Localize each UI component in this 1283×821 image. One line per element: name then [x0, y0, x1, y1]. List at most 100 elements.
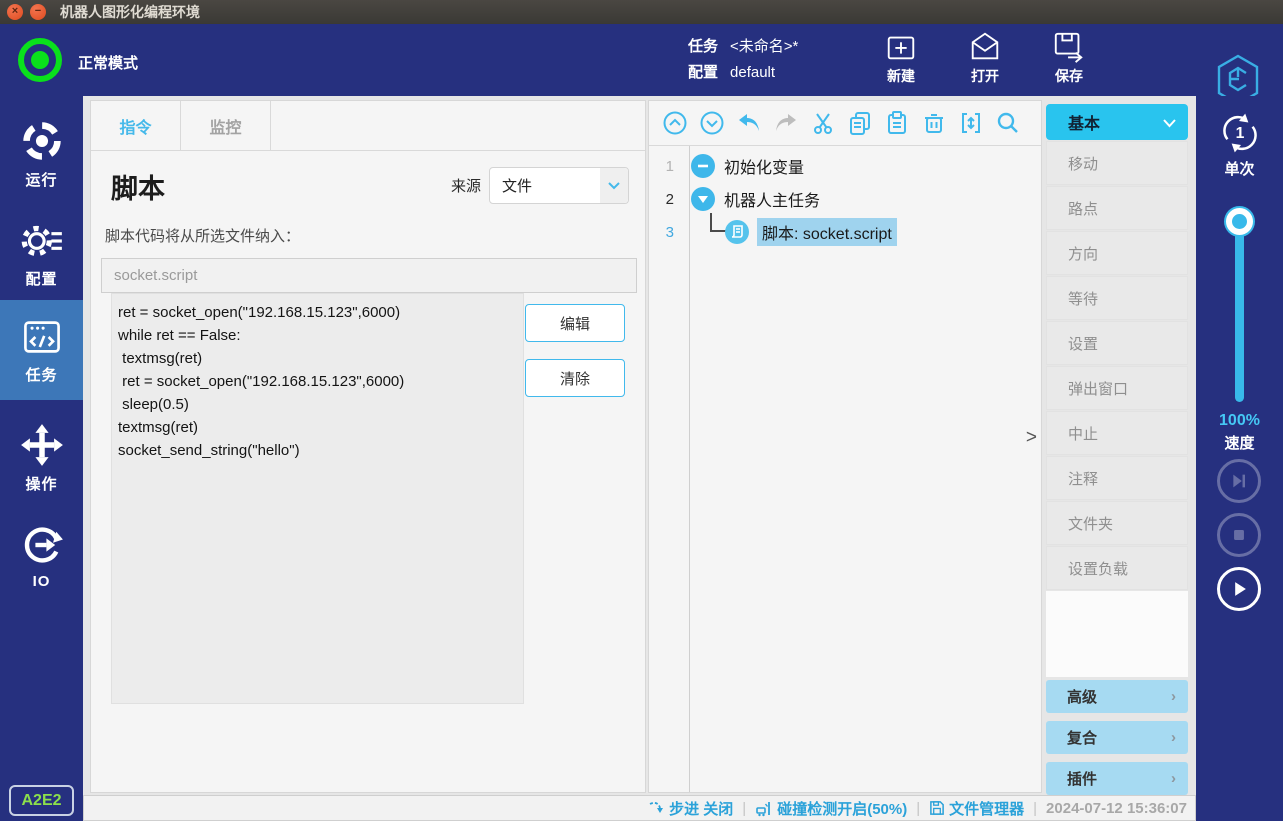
insert-icon[interactable] [958, 110, 984, 136]
collapsed-node-icon[interactable] [691, 154, 715, 178]
command-palette: 基本 移动 路点 方向 等待 设置 弹出窗口 中止 注释 文件夹 设置负载 高级… [1046, 104, 1188, 795]
palette-item-abort[interactable]: 中止 [1046, 411, 1188, 455]
step-icon [1227, 469, 1251, 493]
clear-button[interactable]: 清除 [525, 359, 625, 397]
palette-item-popup[interactable]: 弹出窗口 [1046, 366, 1188, 410]
loop-once-label: 单次 [1196, 158, 1283, 179]
palette-header-basic[interactable]: 基本 [1046, 104, 1188, 140]
script-node-icon[interactable] [725, 220, 749, 244]
tree-node-label: 机器人主任务 [724, 187, 820, 211]
palette-item-direction[interactable]: 方向 [1046, 231, 1188, 275]
palette-item-wait[interactable]: 等待 [1046, 276, 1188, 320]
palette-item-move[interactable]: 移动 [1046, 141, 1188, 185]
minimize-icon[interactable]: − [30, 4, 46, 20]
save-task-button[interactable]: 保存 [1046, 30, 1092, 86]
tab-instruction[interactable]: 指令 [91, 101, 181, 150]
save-label: 保存 [1055, 66, 1083, 86]
script-file-input[interactable]: socket.script [101, 258, 637, 293]
copy-icon[interactable] [847, 110, 873, 136]
step-button[interactable] [1217, 459, 1261, 503]
collision-text: 碰撞检测开启(50%) [777, 798, 907, 819]
palette-group-composite[interactable]: 复合 › [1046, 721, 1188, 754]
search-icon[interactable] [995, 110, 1021, 136]
sidebar-item-label: IO [33, 573, 51, 590]
chevron-down-icon [600, 168, 628, 203]
step-mode-status[interactable]: 步进 关闭 [648, 798, 733, 819]
code-line: ret = socket_open("192.168.15.123",6000) [118, 370, 517, 393]
titlebar: × − 机器人图形化编程环境 [0, 0, 1283, 24]
speed-label: 速度 [1196, 432, 1283, 453]
redo-icon[interactable] [773, 110, 799, 136]
task-icon [20, 316, 64, 358]
tree-row-main-task[interactable]: 2 机器人主任务 [649, 183, 1041, 215]
slider-track[interactable] [1235, 220, 1244, 402]
sidebar-item-task[interactable]: 任务 [0, 300, 83, 400]
edit-button[interactable]: 编辑 [525, 304, 625, 342]
open-task-button[interactable]: 打开 [962, 30, 1008, 86]
palette-group-advanced[interactable]: 高级› [1046, 680, 1188, 713]
panel-expander-icon[interactable]: > [1026, 427, 1037, 449]
new-icon [884, 30, 918, 64]
sidebar-item-config[interactable]: 配置 [0, 208, 83, 300]
svg-text:1: 1 [1235, 125, 1244, 142]
play-icon [1226, 576, 1252, 602]
chevron-right-icon: › [1171, 770, 1176, 787]
io-icon [20, 523, 64, 567]
slider-knob[interactable] [1226, 208, 1253, 235]
stop-button[interactable] [1217, 513, 1261, 557]
undo-icon[interactable] [736, 110, 762, 136]
code-line: textmsg(ret) [118, 347, 517, 370]
sidebar-item-io[interactable]: IO [0, 510, 83, 602]
palette-header-label: 基本 [1068, 110, 1100, 134]
run-icon [20, 119, 64, 163]
palette-item-waypoint[interactable]: 路点 [1046, 186, 1188, 230]
chevron-right-icon: › [1171, 729, 1176, 746]
play-button[interactable] [1217, 567, 1261, 611]
collision-status[interactable]: 碰撞检测开启(50%) [755, 798, 907, 819]
palette-item-payload[interactable]: 设置负载 [1046, 546, 1188, 590]
step-mode-icon [648, 800, 665, 817]
move-down-icon[interactable] [699, 110, 725, 136]
source-select[interactable]: 文件 [489, 167, 629, 204]
palette-group-label: 插件 [1067, 768, 1097, 789]
palette-group-label: 高级 [1067, 686, 1097, 707]
file-manager-link[interactable]: 文件管理器 [929, 798, 1024, 819]
tree-toolbar [649, 101, 1041, 146]
tree-row-script[interactable]: 3 脚本: socket.script [649, 216, 1041, 248]
file-manager-text: 文件管理器 [949, 798, 1024, 819]
left-sidebar: 运行 配置 任务 操作 IO A2E2 [0, 96, 83, 821]
expanded-node-icon[interactable] [691, 187, 715, 211]
robot-id-button[interactable]: A2E2 [9, 785, 74, 816]
chevron-down-icon [1163, 119, 1176, 128]
tree-row-init-vars[interactable]: 1 初始化变量 [649, 150, 1041, 182]
tab-monitor[interactable]: 监控 [181, 101, 271, 150]
palette-group-plugin[interactable]: 插件 › [1046, 762, 1188, 795]
palette-item-comment[interactable]: 注释 [1046, 456, 1188, 500]
cut-icon[interactable] [810, 110, 836, 136]
sidebar-item-label: 任务 [25, 364, 57, 385]
palette-empty-area [1046, 591, 1188, 677]
line-number: 1 [649, 158, 681, 175]
config-icon [19, 220, 65, 262]
status-separator: | [916, 800, 920, 817]
tree-node-label-selected: 脚本: socket.script [757, 218, 897, 246]
palette-group-label: 复合 [1067, 727, 1097, 748]
palette-item-set[interactable]: 设置 [1046, 321, 1188, 365]
script-code-view: ret = socket_open("192.168.15.123",6000)… [111, 293, 524, 704]
loop-once-icon[interactable]: 1 [1196, 110, 1283, 156]
move-up-icon[interactable] [662, 110, 688, 136]
new-task-button[interactable]: 新建 [878, 30, 924, 86]
collision-icon [755, 799, 773, 817]
line-number: 2 [649, 191, 681, 208]
sidebar-item-operate[interactable]: 操作 [0, 412, 83, 504]
delete-icon[interactable] [921, 110, 947, 136]
close-icon[interactable]: × [7, 4, 23, 20]
status-bar: 步进 关闭 | 碰撞检测开启(50%) | 文件管理器 | 2024-07-12… [83, 795, 1196, 821]
mode-label: 正常模式 [78, 52, 138, 73]
window-title: 机器人图形化编程环境 [60, 2, 200, 22]
sidebar-item-run[interactable]: 运行 [0, 108, 83, 200]
palette-item-folder[interactable]: 文件夹 [1046, 501, 1188, 545]
paste-icon[interactable] [884, 110, 910, 136]
code-line: ret = socket_open("192.168.15.123",6000) [118, 301, 517, 324]
task-value: <未命名>* [730, 38, 798, 55]
